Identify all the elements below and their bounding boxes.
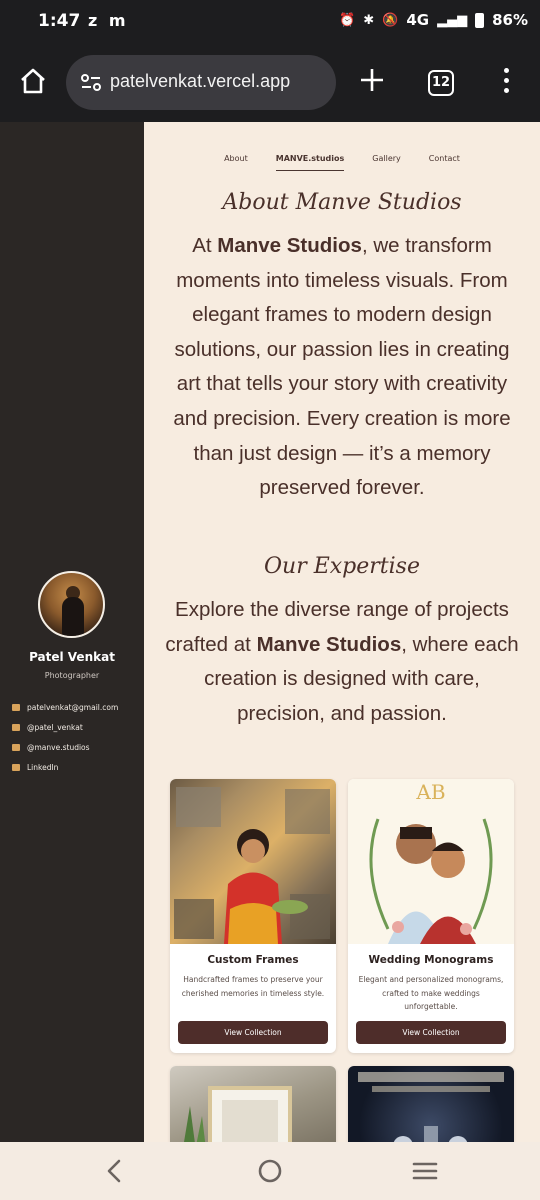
- home-circle-icon[interactable]: [257, 1158, 283, 1184]
- custom-frames-image: [170, 779, 336, 944]
- signal-icon: ▂▄▆: [437, 12, 468, 28]
- profile-sidebar: Patel Venkat Photographer patelvenkat@gm…: [0, 122, 144, 1142]
- notification-app-icons: z m: [88, 11, 129, 30]
- system-navigation-bar: [0, 1142, 540, 1200]
- svg-text:AB: AB: [415, 780, 445, 804]
- alarm-icon: ⏰: [339, 12, 356, 28]
- site-settings-icon[interactable]: [80, 73, 102, 93]
- battery-level: 86%: [492, 11, 528, 29]
- address-bar[interactable]: patelvenkat.vercel.app: [66, 55, 336, 110]
- main-content: About MANVE.studios Gallery Contact Abou…: [144, 122, 540, 1142]
- more-options-icon[interactable]: [496, 68, 516, 98]
- frame-product-image: [170, 1066, 336, 1142]
- about-heading: About Manve Studios: [222, 190, 462, 215]
- invitation-design-image: [348, 1066, 514, 1142]
- bluetooth-icon: ✱: [363, 12, 375, 28]
- status-time: 1:47: [38, 11, 81, 31]
- contact-instagram-studio[interactable]: @manve.studios: [12, 737, 118, 757]
- browser-toolbar: patelvenkat.vercel.app 12: [0, 44, 540, 122]
- card-custom-frames: Custom Frames Handcrafted frames to pres…: [170, 779, 336, 1053]
- back-icon[interactable]: [102, 1158, 128, 1184]
- view-collection-button[interactable]: View Collection: [356, 1021, 506, 1044]
- brand-name: Manve Studios: [217, 234, 362, 257]
- status-indicators: ⏰ ✱ 🔕 4G ▂▄▆ 86%: [339, 11, 528, 29]
- tab-about[interactable]: About: [224, 154, 248, 171]
- new-tab-icon[interactable]: [358, 66, 386, 94]
- brand-name: Manve Studios: [256, 632, 402, 656]
- card-preview: [348, 1066, 514, 1142]
- network-label: 4G: [406, 11, 430, 29]
- card-description: Handcrafted frames to preserve your cher…: [181, 975, 325, 998]
- mute-icon: 🔕: [382, 12, 399, 28]
- contact-instagram-personal[interactable]: @patel_venkat: [12, 717, 118, 737]
- about-paragraph: At Manve Studios, we transform moments i…: [173, 234, 511, 500]
- card-preview: [170, 1066, 336, 1142]
- instagram-icon: [12, 723, 20, 731]
- contact-email[interactable]: patelvenkat@gmail.com: [12, 697, 118, 717]
- contact-list: patelvenkat@gmail.com @patel_venkat @man…: [12, 697, 118, 777]
- profile-name: Patel Venkat: [29, 650, 115, 664]
- recent-apps-icon[interactable]: [412, 1158, 438, 1184]
- card-description: Elegant and personalized monograms, craf…: [358, 975, 504, 1011]
- tab-manve-studios[interactable]: MANVE.studios: [275, 154, 345, 171]
- home-icon[interactable]: [18, 66, 48, 96]
- contact-linkedin[interactable]: LinkedIn: [12, 757, 118, 777]
- url-text: patelvenkat.vercel.app: [110, 71, 291, 91]
- battery-icon: [475, 12, 485, 28]
- avatar: [38, 571, 105, 638]
- status-bar: 1:47 z m ⏰ ✱ 🔕 4G ▂▄▆ 86%: [0, 0, 540, 44]
- expertise-paragraph: Explore the diverse range of projects cr…: [165, 598, 519, 725]
- tab-gallery[interactable]: Gallery: [372, 154, 401, 171]
- mail-icon: [12, 703, 20, 711]
- profile-role: Photographer: [44, 671, 100, 680]
- site-nav: About MANVE.studios Gallery Contact: [144, 154, 540, 171]
- card-wedding-monograms: AB Wedding Monograms Elegant and persona…: [348, 779, 514, 1053]
- card-title: Custom Frames: [207, 954, 299, 966]
- tab-contact[interactable]: Contact: [429, 154, 460, 171]
- view-collection-button[interactable]: View Collection: [178, 1021, 328, 1044]
- tab-switcher-button[interactable]: 12: [428, 70, 454, 96]
- card-title: Wedding Monograms: [368, 954, 494, 966]
- instagram-icon: [12, 743, 20, 751]
- wedding-monograms-image: AB: [348, 779, 514, 944]
- linkedin-icon: [12, 763, 20, 771]
- expertise-heading: Our Expertise: [264, 554, 420, 579]
